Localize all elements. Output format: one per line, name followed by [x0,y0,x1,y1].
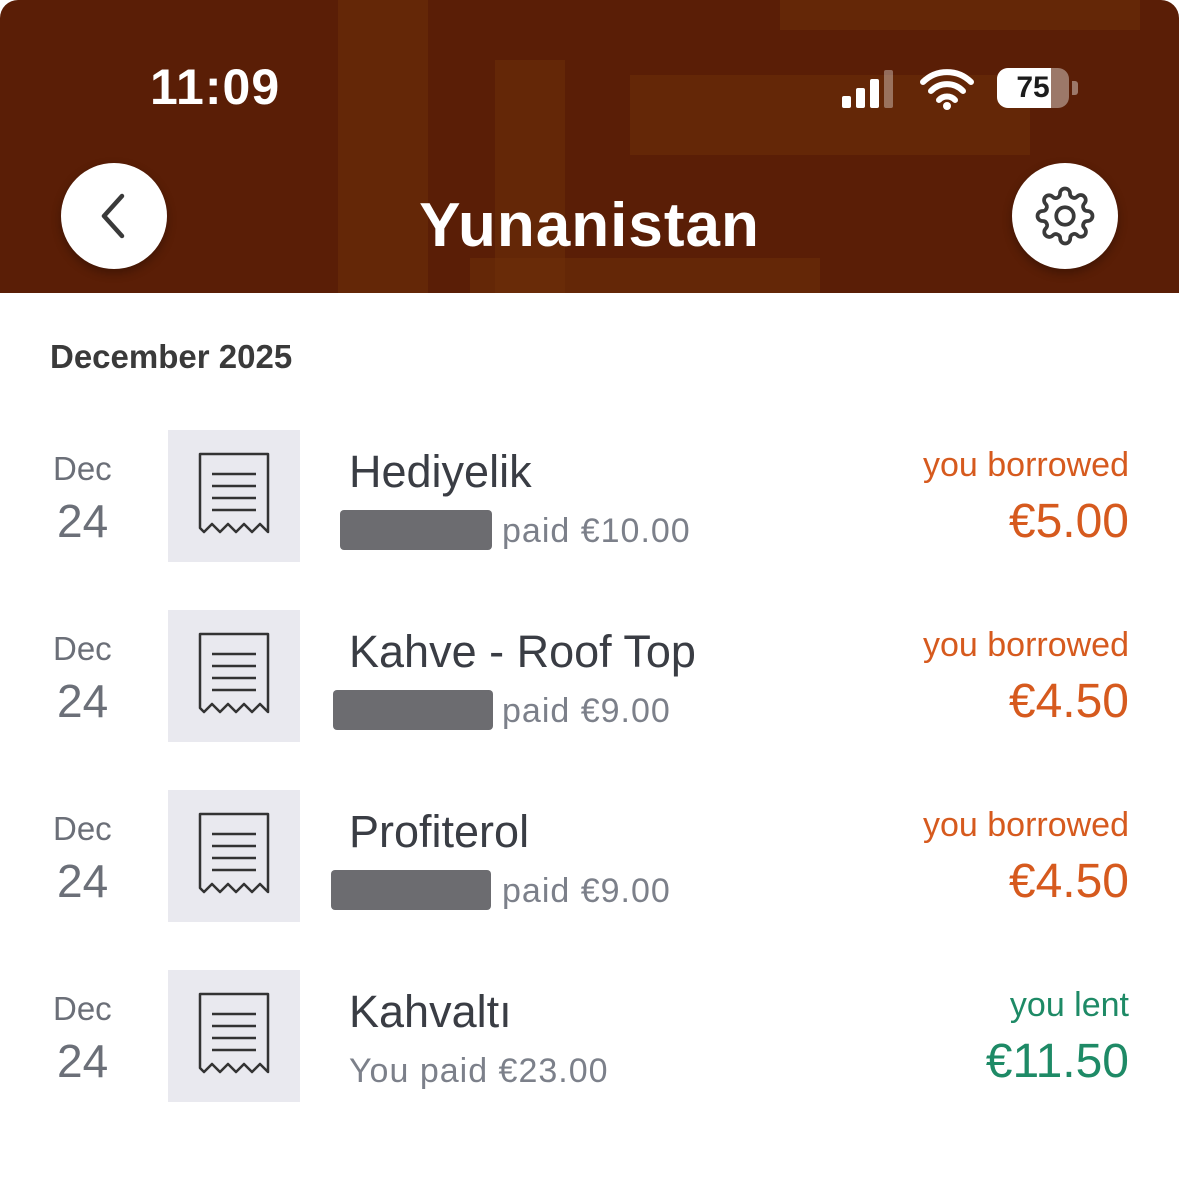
expense-status-label: you borrowed [922,446,1129,484]
page-title: Yunanistan [419,191,760,260]
expense-date-day: 24 [57,495,109,547]
settings-button[interactable] [1012,163,1118,269]
month-heading: December 2025 [50,338,293,375]
battery-cap [1072,81,1078,95]
redacted-payer-name [333,690,493,730]
expense-name: Kahvaltı [349,986,512,1037]
receipt-icon-box [168,430,300,562]
redacted-payer-name [331,870,491,910]
expense-row[interactable]: Dec 24 Hediyelik paid €10.00 you borrowe… [0,430,1179,562]
gear-icon [1035,186,1095,246]
expense-date-month: Dec [53,810,112,847]
expense-date-day: 24 [57,855,109,907]
expense-paid-text: paid €9.00 [502,872,671,910]
expense-row[interactable]: Dec 24 Profiterol paid €9.00 you borrowe… [0,790,1179,922]
expense-row[interactable]: Dec 24 Kahve - Roof Top paid €9.00 you b… [0,610,1179,742]
header-pattern [470,258,820,293]
cellular-signal-icon [842,68,893,108]
expense-date-month: Dec [53,450,112,487]
expense-amount: €11.50 [985,1035,1129,1088]
receipt-icon [198,812,270,894]
header-pattern [780,0,1140,30]
receipt-icon-box [168,970,300,1102]
receipt-icon [198,992,270,1074]
expense-amount: €4.50 [1008,675,1129,728]
receipt-icon [198,632,270,714]
redacted-payer-name [340,510,492,550]
receipt-icon-box [168,790,300,922]
receipt-icon-box [168,610,300,742]
wifi-icon [920,69,974,110]
expense-date-day: 24 [57,1035,109,1087]
expense-paid-text: paid €10.00 [502,512,691,550]
expense-name: Kahve - Roof Top [349,626,696,677]
expense-row[interactable]: Dec 24 Kahvaltı You paid €23.00 you lent… [0,970,1179,1102]
group-header: 11:09 75 Yunanistan [0,0,1179,293]
expense-status-label: you lent [1009,986,1129,1024]
expense-amount: €4.50 [1008,855,1129,908]
expense-date-month: Dec [53,990,112,1027]
battery-icon: 75 [997,68,1069,108]
expense-name: Hediyelik [349,446,532,497]
expense-paid-text: paid €9.00 [502,692,671,730]
receipt-icon [198,452,270,534]
expense-status-label: you borrowed [922,626,1129,664]
expense-amount: €5.00 [1008,495,1129,548]
expense-status-label: you borrowed [922,806,1129,844]
status-time: 11:09 [150,59,281,115]
expense-date-day: 24 [57,675,109,727]
battery-percent: 75 [1016,71,1050,104]
status-icons: 75 [842,64,1078,112]
expense-name: Profiterol [349,806,530,857]
expense-paid-text: You paid €23.00 [349,1052,609,1090]
expense-date-month: Dec [53,630,112,667]
